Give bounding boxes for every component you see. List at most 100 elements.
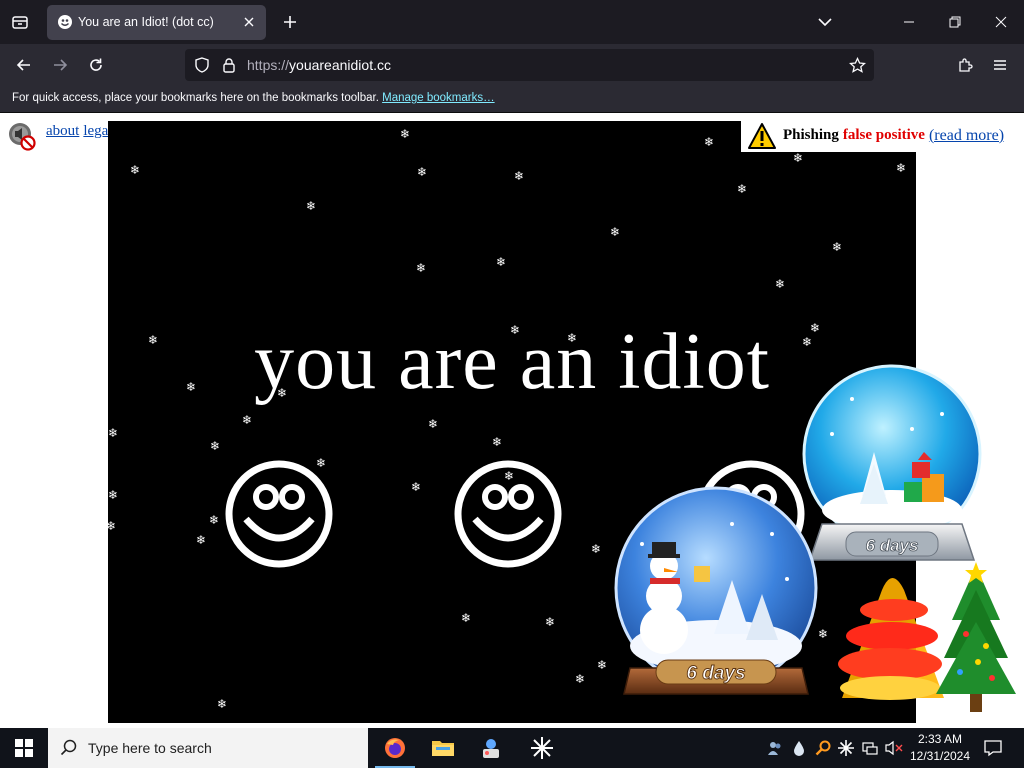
tray-search-tool[interactable] [814, 738, 832, 758]
snowflake-icon: ❄ [802, 335, 813, 349]
tab-bar: You are an Idiot! (dot cc) [0, 0, 1024, 44]
smiley-face-icon [225, 460, 333, 568]
star-bookmark-icon[interactable] [849, 57, 866, 74]
false-positive-label: false positive [842, 127, 925, 143]
taskbar-clock[interactable]: 2:33 AM 12/31/2024 [906, 731, 974, 765]
tab-list-button[interactable] [6, 8, 34, 36]
snowflake-icon: ❄ [277, 386, 288, 400]
lock-icon[interactable] [221, 57, 237, 73]
hamburger-menu-icon [994, 60, 1006, 70]
snowflake-icon: ❄ [130, 163, 141, 177]
tab-title: You are an Idiot! (dot cc) [78, 15, 214, 29]
water-drop-icon [794, 741, 804, 756]
menu-button[interactable] [985, 51, 1015, 79]
snowflake-icon: ❄ [610, 225, 621, 239]
close-window-icon [995, 16, 1007, 28]
clock-time: 2:33 AM [917, 732, 963, 746]
tracking-shield-icon[interactable] [194, 57, 210, 73]
tray-water-drop[interactable] [790, 738, 808, 758]
snowflake-icon: ❄ [591, 542, 602, 556]
snowflake-icon: ❄ [108, 426, 119, 440]
navigation-toolbar: https://youareanidiot.cc [0, 44, 1024, 86]
snowflake-icon: ❄ [417, 165, 428, 179]
snowflake-icon: ❄ [461, 611, 472, 625]
smiley-favicon-icon [58, 15, 72, 29]
new-tab-button[interactable] [279, 10, 301, 34]
about-link[interactable]: about [46, 123, 79, 139]
list-all-tabs-button[interactable] [814, 12, 836, 32]
snowflake-icon: ❄ [196, 533, 207, 547]
snowflake-icon: ❄ [514, 169, 525, 183]
minimize-icon [904, 21, 914, 23]
app-icon [483, 739, 499, 758]
extensions-button[interactable] [950, 51, 980, 79]
snowflake-icon: ❄ [545, 615, 556, 629]
puzzle-piece-icon [959, 58, 973, 72]
taskbar-file-explorer[interactable] [419, 728, 467, 768]
url-text[interactable]: https://youareanidiot.cc [247, 57, 391, 73]
phishing-label: Phishing [783, 127, 839, 143]
taskbar-app[interactable] [467, 728, 515, 768]
action-center-button[interactable] [978, 728, 1008, 768]
snowflake-icon: ❄ [400, 127, 411, 141]
snowflake-icon: ❄ [148, 333, 159, 347]
restore-button[interactable] [932, 0, 978, 44]
read-more-link[interactable]: (read more) [929, 127, 1004, 145]
bookmarks-toolbar-message: For quick access, place your bookmarks h… [12, 92, 495, 104]
snowflake-icon: ❄ [504, 469, 515, 483]
taskbar-search-box[interactable]: Type here to search [48, 728, 368, 768]
snow-globe-snowman-label: 6 days [686, 663, 745, 684]
restore-icon [949, 16, 961, 28]
snowflake-icon: ❄ [775, 277, 786, 291]
taskbar-firefox[interactable] [371, 728, 419, 768]
chevron-down-icon [818, 18, 832, 27]
forward-button[interactable] [45, 51, 75, 79]
tray-people[interactable] [766, 738, 784, 758]
snowflake-icon: ❄ [793, 151, 804, 165]
tray-sparkle[interactable] [837, 738, 855, 758]
manage-bookmarks-link[interactable]: Manage bookmarks… [382, 92, 495, 104]
sparkle-icon [838, 740, 854, 756]
file-explorer-icon [432, 741, 454, 756]
snowflake-icon: ❄ [597, 658, 608, 672]
volume-muted-icon [885, 740, 903, 756]
close-window-button[interactable] [978, 0, 1024, 44]
tab-close-button[interactable] [241, 14, 257, 30]
snowflake-icon: ❄ [832, 240, 843, 254]
snowflake-icon: ❄ [567, 331, 578, 345]
snowflake-icon: ❄ [416, 261, 427, 275]
snowflake-icon: ❄ [704, 135, 715, 149]
snowflake-icon: ❄ [242, 413, 253, 427]
address-bar[interactable]: https://youareanidiot.cc [185, 49, 874, 81]
reload-icon [90, 58, 102, 71]
arrow-right-icon [54, 59, 68, 71]
snowflake-icon: ❄ [818, 627, 829, 641]
snowflake-icon: ❄ [737, 182, 748, 196]
snowflake-icon: ❄ [896, 161, 907, 175]
phishing-notice: Phishing false positive (read more) [741, 119, 1011, 152]
windows-logo-icon [15, 739, 33, 757]
snowflake-icon: ❄ [306, 199, 317, 213]
arrow-left-icon [16, 59, 30, 71]
snowflake-icon: ❄ [428, 417, 439, 431]
snowflake-icon: ❄ [316, 456, 327, 470]
active-tab[interactable]: You are an Idiot! (dot cc) [47, 5, 266, 40]
plus-icon [284, 16, 296, 28]
minimize-button[interactable] [886, 0, 932, 44]
url-scheme: https:// [247, 57, 290, 73]
reload-button[interactable] [81, 51, 111, 79]
search-tool-icon [815, 740, 831, 756]
clock-date: 12/31/2024 [909, 749, 971, 763]
tray-network[interactable] [861, 738, 879, 758]
windows-taskbar: Type here to search 2:33 AM 12/31/2024 [0, 728, 1024, 768]
warning-triangle-icon [748, 122, 776, 149]
taskbar-sparkle-app[interactable] [518, 728, 566, 768]
speaker-muted-icon[interactable] [7, 121, 37, 151]
firefox-icon [385, 738, 405, 758]
people-icon [768, 742, 781, 755]
back-button[interactable] [9, 51, 39, 79]
bookmarks-message-text: For quick access, place your bookmarks h… [12, 92, 379, 104]
tray-volume[interactable] [885, 738, 903, 758]
snowflake-icon: ❄ [217, 697, 228, 711]
start-button[interactable] [0, 728, 48, 768]
